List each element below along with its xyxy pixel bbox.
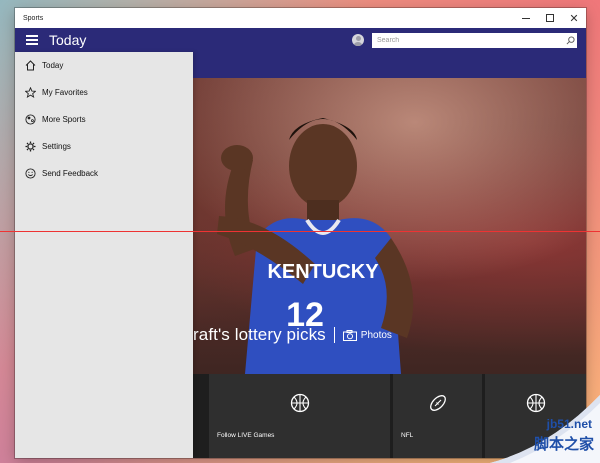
tile-label: Follow LIVE Games bbox=[217, 432, 275, 439]
minimize-button[interactable] bbox=[514, 8, 538, 28]
navigation-drawer: Today My Favorites More Sports Settings … bbox=[15, 52, 193, 458]
caption-divider bbox=[333, 327, 335, 343]
nav-item-label: Settings bbox=[42, 142, 71, 151]
basketball-icon bbox=[209, 374, 390, 432]
gear-icon bbox=[24, 141, 36, 153]
hamburger-icon bbox=[26, 35, 38, 37]
search-box bbox=[372, 32, 577, 48]
watermark-brand: 脚本之家 bbox=[533, 435, 594, 453]
hero-headline: raft's lottery picks bbox=[193, 325, 326, 344]
nav-item-label: Today bbox=[42, 61, 64, 70]
nav-item-label: More Sports bbox=[42, 115, 86, 124]
tile-nfl[interactable]: NFL bbox=[393, 374, 482, 458]
jersey-text: KENTUCKY bbox=[267, 261, 379, 283]
watermark: jb51.net 脚本之家 bbox=[490, 395, 600, 463]
nav-item-today[interactable]: Today bbox=[15, 52, 193, 79]
search-input[interactable] bbox=[372, 33, 563, 47]
app-window: Sports ✕ Today Search KENTUCKY 12 raft's… bbox=[15, 8, 586, 458]
search-icon[interactable] bbox=[563, 33, 577, 48]
nav-item-label: Send Feedback bbox=[42, 169, 99, 178]
home-icon bbox=[24, 60, 36, 72]
hamburger-icon-line bbox=[26, 43, 38, 45]
ball-icon bbox=[24, 114, 36, 126]
account-avatar-button[interactable] bbox=[352, 34, 364, 46]
maximize-button[interactable] bbox=[538, 8, 562, 28]
football-icon bbox=[393, 374, 482, 432]
tile-follow-live-games[interactable]: Follow LIVE Games bbox=[209, 374, 390, 458]
camera-icon bbox=[342, 329, 357, 341]
red-guide-line bbox=[0, 231, 600, 232]
nav-item-send-feedback[interactable]: Send Feedback bbox=[15, 160, 193, 187]
title-bar: Sports ✕ bbox=[15, 8, 586, 28]
window-title: Sports bbox=[23, 14, 44, 22]
hamburger-menu-button[interactable] bbox=[15, 28, 49, 52]
tile-label: NFL bbox=[401, 432, 414, 439]
app-bar: Today bbox=[15, 28, 586, 52]
star-icon bbox=[24, 87, 36, 99]
photos-label: Photos bbox=[360, 329, 392, 341]
smiley-icon bbox=[24, 168, 36, 180]
page-title: Today bbox=[49, 32, 87, 48]
nav-item-label: My Favorites bbox=[42, 88, 88, 97]
hamburger-icon-line bbox=[26, 39, 38, 41]
watermark-domain: jb51.net bbox=[546, 417, 592, 431]
nav-item-more-sports[interactable]: More Sports bbox=[15, 106, 193, 133]
hero-caption: raft's lottery picks Photos bbox=[193, 324, 392, 346]
nav-item-settings[interactable]: Settings bbox=[15, 133, 193, 160]
nav-item-my-favorites[interactable]: My Favorites bbox=[15, 79, 193, 106]
close-button[interactable]: ✕ bbox=[562, 8, 586, 28]
